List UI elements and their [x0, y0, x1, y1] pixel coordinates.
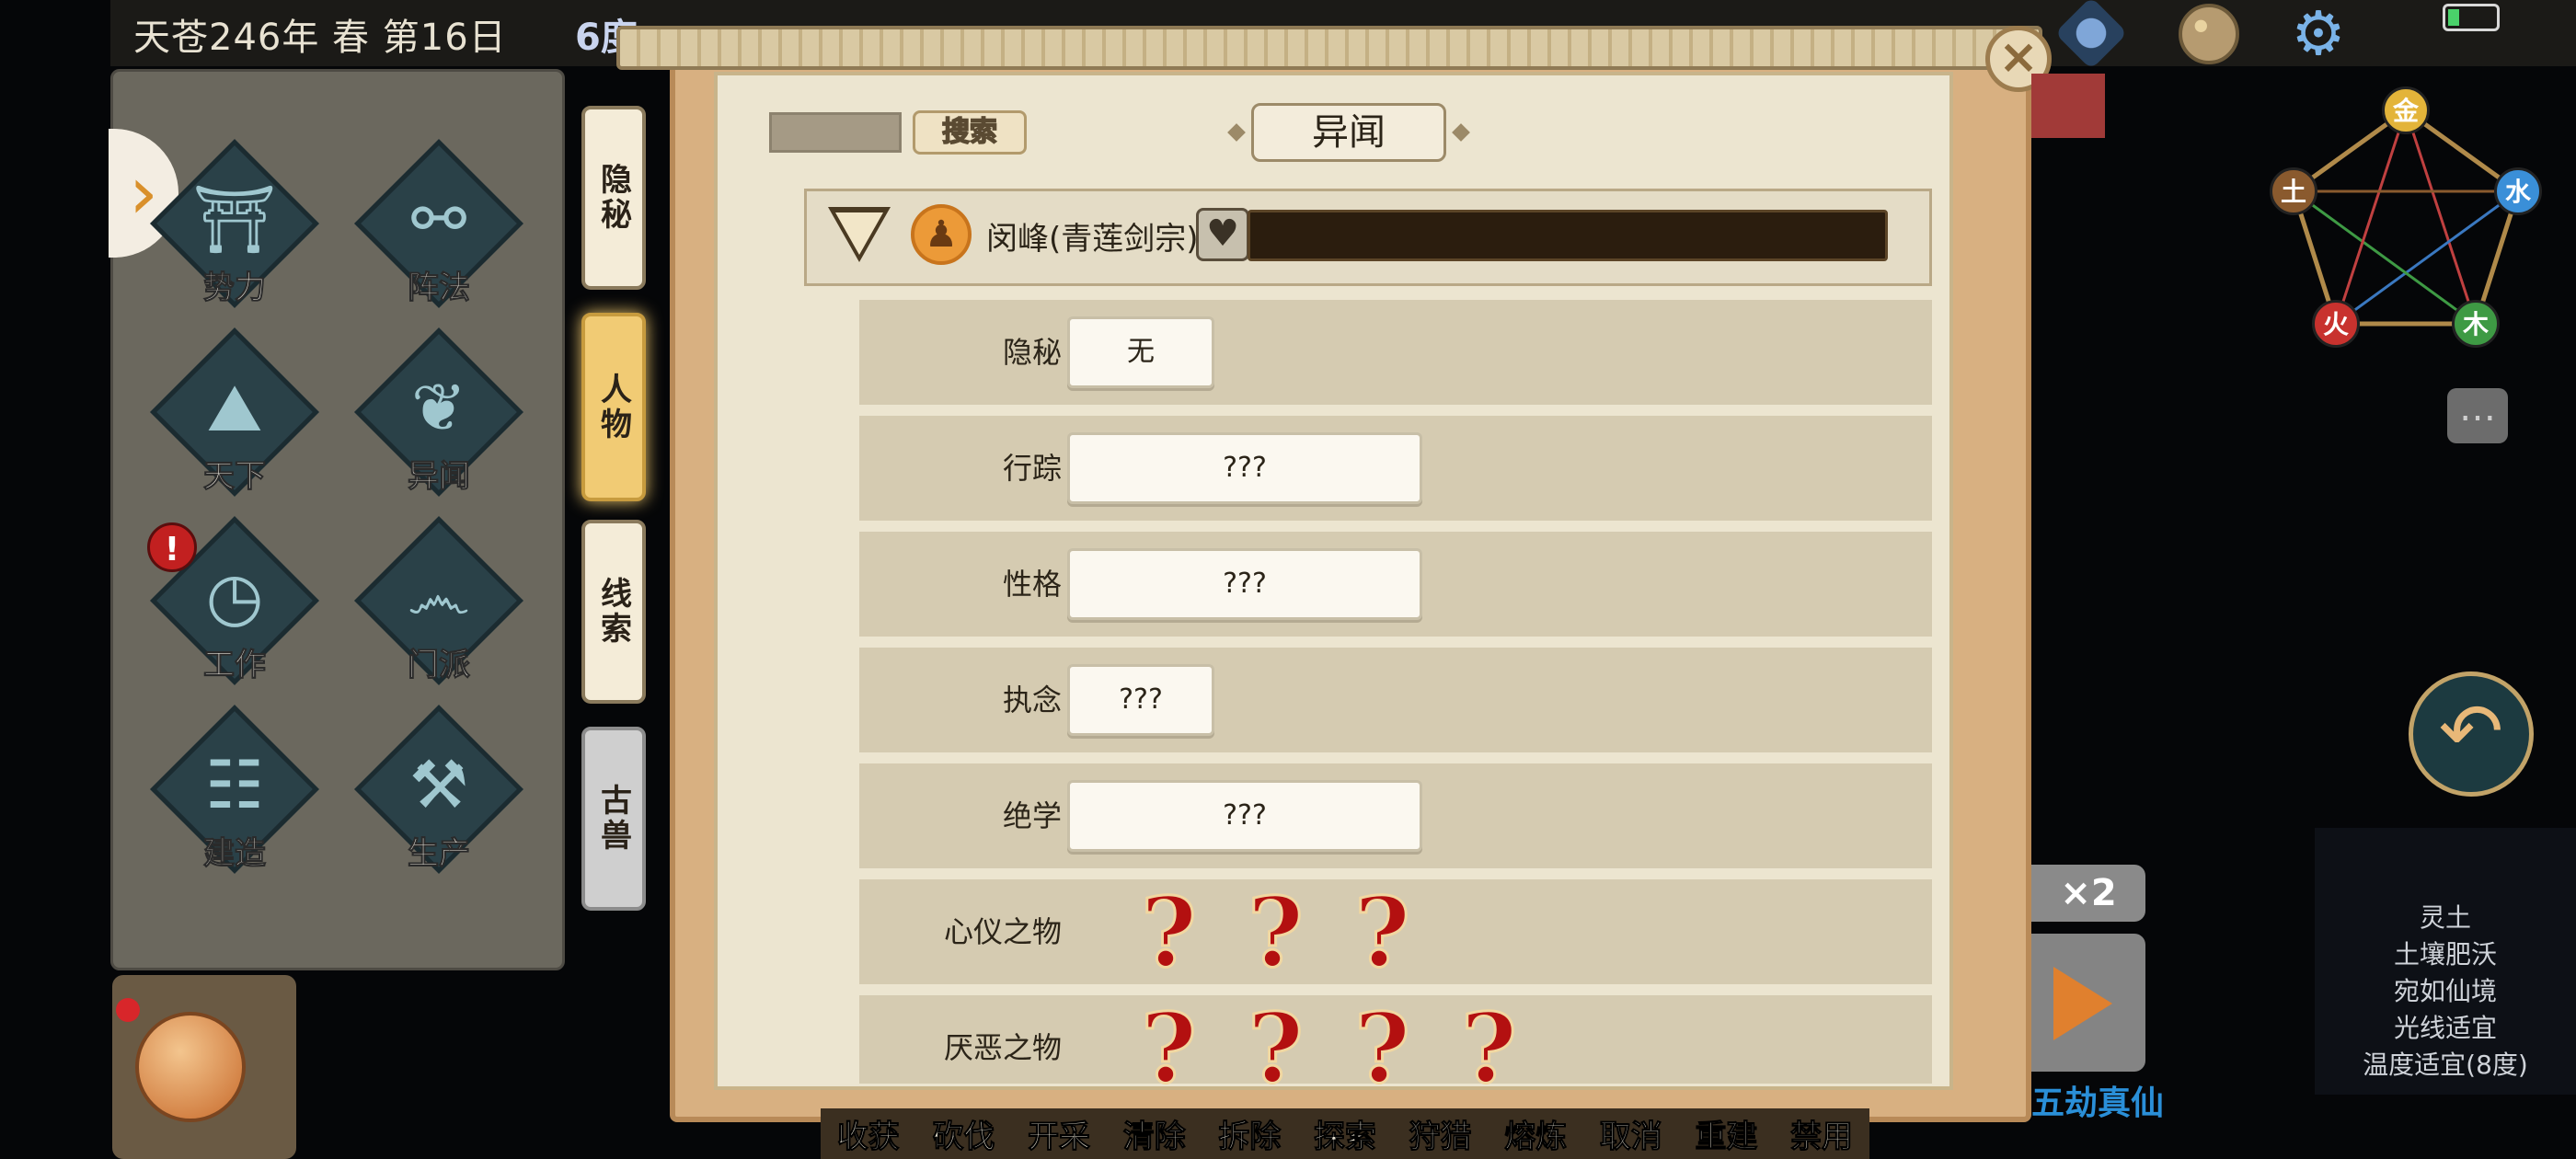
unknown-dislike-icon[interactable]: ? [1353, 999, 1412, 1097]
info-row-whereabouts: 行踪 ??? [859, 416, 1932, 521]
back-button[interactable]: ↶ [2409, 671, 2534, 797]
obsession-value[interactable]: ??? [1067, 664, 1214, 736]
menu-sect[interactable]: ෴ 门派 [351, 516, 526, 708]
banner-strip [2031, 74, 2105, 138]
info-row-obsession: 执念 ??? [859, 648, 1932, 752]
action-explore[interactable]: 探索 [1313, 1111, 1376, 1156]
gear-icon[interactable]: ⚙ [2288, 4, 2349, 64]
battery-icon [2443, 4, 2500, 31]
unknown-dislike-icon[interactable]: ? [1460, 999, 1519, 1097]
info-row-personality: 性格 ??? [859, 532, 1932, 637]
unknown-dislike-icon[interactable]: ? [1140, 999, 1199, 1097]
unknown-dislike-icon[interactable]: ? [1247, 999, 1305, 1097]
menu-formation[interactable]: ⚯ 阵法 [351, 139, 526, 331]
action-clear[interactable]: 清除 [1122, 1111, 1186, 1156]
alert-badge: ! [147, 522, 197, 572]
action-hunt[interactable]: 狩猎 [1409, 1111, 1472, 1156]
info-row-secret: 隐秘 无 [859, 300, 1932, 405]
personality-value[interactable]: ??? [1067, 548, 1422, 620]
menu-anecdote[interactable]: ❦ 异闻 [351, 327, 526, 520]
element-fire[interactable]: 火 [2312, 300, 2360, 348]
skill-value[interactable]: ??? [1067, 780, 1422, 852]
secret-value[interactable]: 无 [1067, 316, 1214, 388]
tile-info-panel: 灵土 土壤肥沃 宛如仙境 光线适宜 温度适宜(8度) [2315, 828, 2576, 1095]
gourd-item-button[interactable] [112, 975, 296, 1159]
action-disable[interactable]: 禁用 [1790, 1111, 1854, 1156]
play-button[interactable] [2031, 934, 2145, 1072]
info-row-skill: 绝学 ??? [859, 763, 1932, 868]
tab-secrets[interactable]: 隐秘 [581, 106, 646, 290]
menu-faction[interactable]: ⛩ 势力 [147, 139, 322, 331]
action-smelt[interactable]: 熔炼 [1504, 1111, 1568, 1156]
tab-ancient-beasts[interactable]: 古兽 [581, 727, 646, 911]
action-chop[interactable]: 砍伐 [932, 1111, 995, 1156]
action-demolish[interactable]: 拆除 [1218, 1111, 1282, 1156]
speed-toggle[interactable]: ×2 [2031, 865, 2145, 922]
element-wood[interactable]: 木 [2452, 300, 2500, 348]
action-mine[interactable]: 开采 [1028, 1111, 1091, 1156]
search-button[interactable]: 搜索 [913, 110, 1027, 155]
menu-build[interactable]: ☷ 建造 [147, 705, 322, 897]
info-row-dislikes: 厌恶之物 ? ? ? ? [859, 995, 1932, 1097]
character-name: 闵峰(青莲剑宗) [986, 221, 1199, 258]
unknown-like-icon[interactable]: ? [1353, 883, 1412, 981]
action-cancel[interactable]: 取消 [1599, 1111, 1662, 1156]
whereabouts-value[interactable]: ??? [1067, 432, 1422, 504]
favor-progress-bar [1248, 210, 1888, 261]
action-harvest[interactable]: 收获 [836, 1111, 900, 1156]
element-earth[interactable]: 土 [2270, 167, 2317, 215]
unknown-like-icon[interactable]: ? [1140, 883, 1199, 981]
unknown-like-icon[interactable]: ? [1247, 883, 1305, 981]
game-date: 天苍246年 春 第16日 [133, 17, 507, 59]
dialog-roof-ornament [616, 26, 2042, 70]
heart-icon: ♥ [1196, 208, 1249, 261]
notification-dot [116, 998, 140, 1022]
tribulation-label: 五劫真仙 [2031, 1084, 2165, 1122]
search-input[interactable] [769, 112, 902, 153]
palette-icon[interactable] [2179, 4, 2239, 64]
dialog-title: 异闻 [1251, 103, 1446, 162]
collapse-toggle-icon[interactable] [828, 207, 891, 262]
character-avatar-icon: ♟ [911, 204, 972, 265]
info-row-likes: 心仪之物 ? ? ? [859, 879, 1932, 984]
gourd-icon [135, 1012, 246, 1122]
element-water[interactable]: 水 [2494, 167, 2542, 215]
action-rebuild[interactable]: 重建 [1695, 1111, 1758, 1156]
element-metal[interactable]: 金 [2382, 86, 2430, 134]
tab-characters[interactable]: 人物 [581, 313, 646, 501]
tab-clues[interactable]: 线索 [581, 520, 646, 704]
action-toolbar: 收获 砍伐 开采 清除 拆除 探索 狩猎 熔炼 取消 重建 禁用 [821, 1108, 1869, 1159]
menu-produce[interactable]: ⚒ 生产 [351, 705, 526, 897]
menu-world[interactable]: ⛰ 天下 [147, 327, 322, 520]
chat-icon[interactable]: … [2447, 388, 2508, 443]
